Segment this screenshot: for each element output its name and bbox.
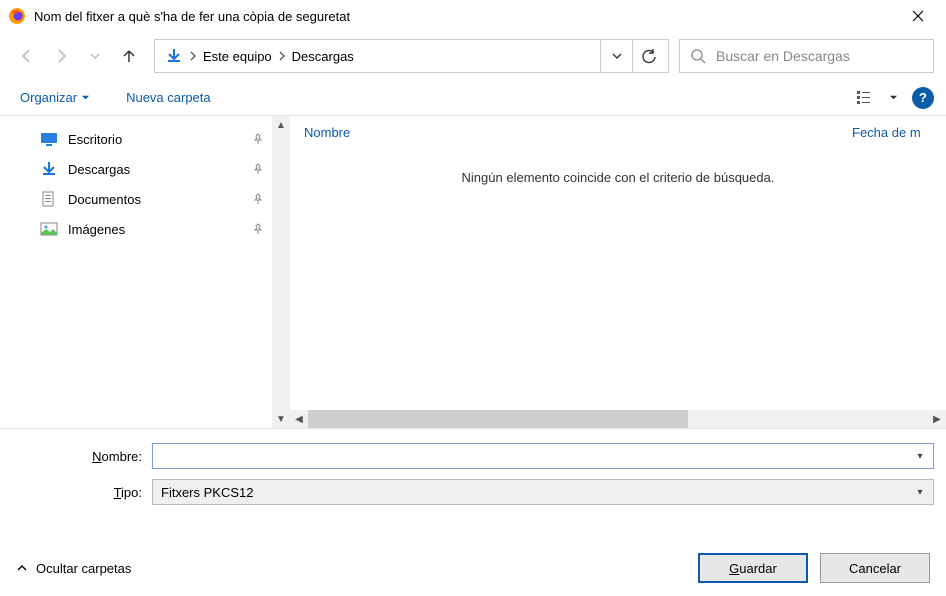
caret-down-icon bbox=[889, 93, 898, 102]
sidebar-item-documents[interactable]: Documentos bbox=[0, 184, 290, 214]
cancel-button[interactable]: Cancelar bbox=[820, 553, 930, 583]
hide-folders-toggle[interactable]: Ocultar carpetas bbox=[16, 561, 131, 576]
desktop-icon bbox=[40, 130, 58, 148]
help-button[interactable]: ? bbox=[912, 87, 934, 109]
caret-down-icon bbox=[81, 93, 90, 102]
organize-button[interactable]: Organizar bbox=[12, 86, 98, 109]
firefox-icon bbox=[8, 7, 26, 25]
new-folder-button[interactable]: Nueva carpeta bbox=[118, 86, 219, 109]
filetype-label: Tipo: bbox=[12, 485, 152, 500]
sidebar-item-downloads[interactable]: Descargas bbox=[0, 154, 290, 184]
pin-icon bbox=[252, 223, 264, 235]
filename-input[interactable] bbox=[161, 449, 911, 464]
sidebar-item-label: Descargas bbox=[68, 162, 130, 177]
scroll-up-icon[interactable]: ▲ bbox=[272, 116, 290, 134]
sidebar-item-desktop[interactable]: Escritorio bbox=[0, 124, 290, 154]
forward-button[interactable] bbox=[46, 41, 76, 71]
download-arrow-icon bbox=[40, 160, 58, 178]
scroll-down-icon[interactable]: ▼ bbox=[272, 410, 290, 428]
search-box[interactable] bbox=[679, 39, 934, 73]
caret-down-icon[interactable]: ▾ bbox=[911, 487, 929, 498]
scroll-left-icon[interactable]: ◀ bbox=[290, 414, 308, 425]
window-title: Nom del fitxer a què s'ha de fer una còp… bbox=[34, 9, 898, 24]
download-arrow-icon bbox=[165, 47, 183, 65]
chevron-up-icon bbox=[16, 562, 28, 574]
back-button[interactable] bbox=[12, 41, 42, 71]
filetype-combo[interactable]: Fitxers PKCS12 ▾ bbox=[152, 479, 934, 505]
filename-combo[interactable]: ▾ bbox=[152, 443, 934, 469]
sidebar-scrollbar[interactable]: ▲ ▼ bbox=[272, 116, 290, 428]
view-options-button[interactable] bbox=[850, 85, 884, 111]
empty-message: Ningún elemento coincide con el criterio… bbox=[462, 170, 775, 185]
pin-icon bbox=[252, 163, 264, 175]
column-name[interactable]: Nombre bbox=[304, 125, 852, 140]
sidebar-item-label: Escritorio bbox=[68, 132, 122, 147]
location-dropdown[interactable] bbox=[600, 40, 632, 72]
view-dropdown[interactable] bbox=[884, 85, 902, 111]
breadcrumb-root[interactable]: Este equipo bbox=[159, 40, 278, 72]
document-icon bbox=[40, 190, 58, 208]
horizontal-scrollbar[interactable]: ◀ ▶ bbox=[290, 410, 946, 428]
search-icon bbox=[690, 48, 706, 64]
breadcrumb-child-label: Descargas bbox=[292, 49, 354, 64]
refresh-button[interactable] bbox=[632, 40, 664, 72]
column-date[interactable]: Fecha de m bbox=[852, 125, 932, 140]
breadcrumb-child[interactable]: Descargas bbox=[286, 40, 360, 72]
image-icon bbox=[40, 220, 58, 238]
sidebar-item-label: Imágenes bbox=[68, 222, 125, 237]
caret-down-icon[interactable]: ▾ bbox=[911, 451, 929, 462]
pin-icon bbox=[252, 133, 264, 145]
column-headers[interactable]: Nombre Fecha de m bbox=[290, 116, 946, 148]
pin-icon bbox=[252, 193, 264, 205]
close-button[interactable] bbox=[898, 2, 938, 30]
sidebar-item-label: Documentos bbox=[68, 192, 141, 207]
recent-dropdown[interactable] bbox=[80, 41, 110, 71]
sidebar: Escritorio Descargas Documentos bbox=[0, 116, 290, 428]
location-bar[interactable]: Este equipo Descargas bbox=[154, 39, 669, 73]
sidebar-item-images[interactable]: Imágenes bbox=[0, 214, 290, 244]
search-input[interactable] bbox=[716, 48, 923, 64]
chevron-right-icon bbox=[278, 51, 286, 61]
file-list: Nombre Fecha de m Ningún elemento coinci… bbox=[290, 116, 946, 428]
breadcrumb-root-label: Este equipo bbox=[203, 49, 272, 64]
scroll-right-icon[interactable]: ▶ bbox=[928, 414, 946, 425]
filename-label: Nombre: bbox=[12, 449, 152, 464]
chevron-right-icon bbox=[189, 51, 197, 61]
filetype-value: Fitxers PKCS12 bbox=[161, 485, 911, 500]
up-button[interactable] bbox=[114, 41, 144, 71]
save-button[interactable]: Guardar bbox=[698, 553, 808, 583]
